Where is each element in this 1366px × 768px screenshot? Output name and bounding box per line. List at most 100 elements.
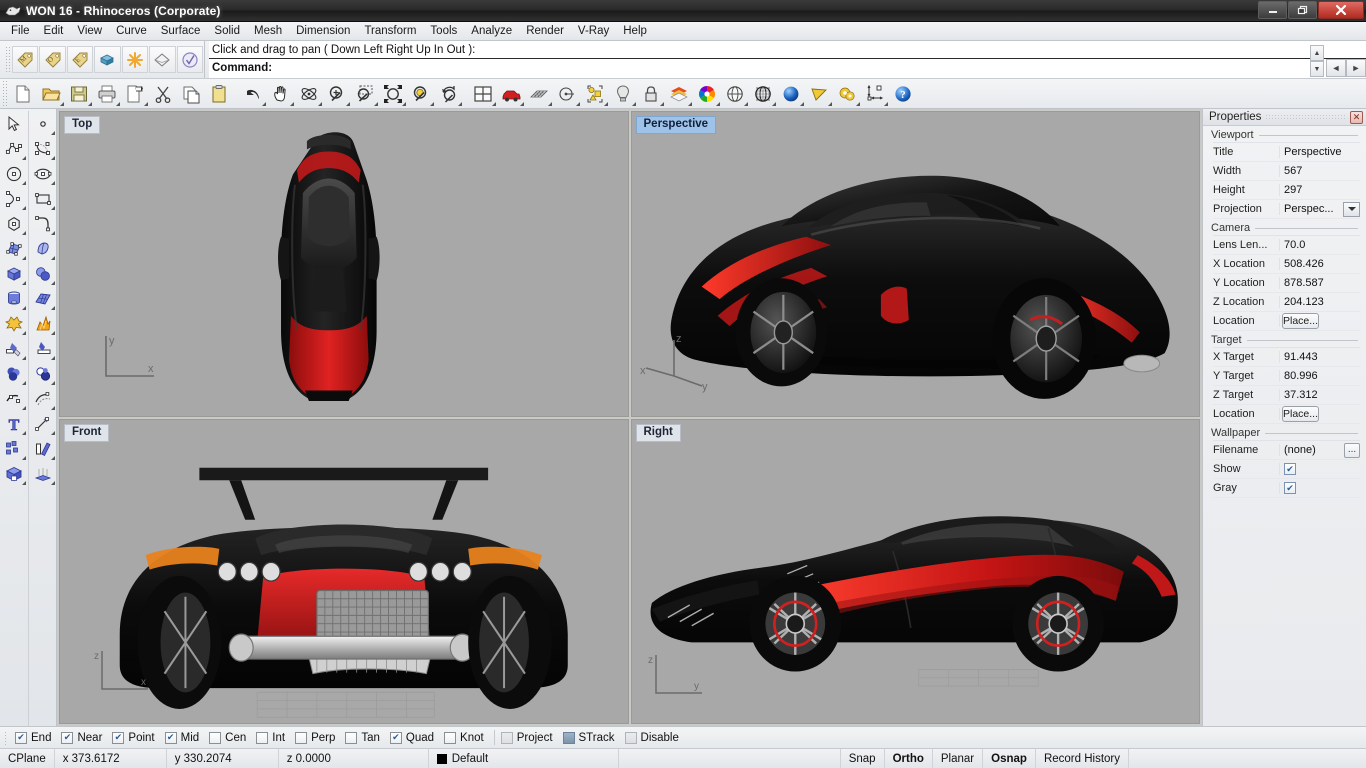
- show-wallpaper-checkbox[interactable]: ✔: [1284, 463, 1296, 475]
- shaded-sphere-icon[interactable]: [721, 80, 749, 107]
- osnap-mid[interactable]: ✔ Mid: [162, 732, 207, 744]
- box-solid-icon[interactable]: [1, 261, 27, 286]
- point-icon[interactable]: [30, 111, 56, 136]
- cap-solid-icon[interactable]: [1, 461, 27, 486]
- menu-item-edit[interactable]: Edit: [37, 23, 71, 39]
- osnap-cen-checkbox[interactable]: [209, 732, 221, 744]
- zoom-extents-icon[interactable]: [379, 80, 407, 107]
- open-file-icon[interactable]: [37, 80, 65, 107]
- osnap-quad[interactable]: ✔ Quad: [387, 732, 441, 744]
- osnap-point[interactable]: ✔ Point: [109, 732, 161, 744]
- property-value[interactable]: 508.426: [1279, 258, 1360, 270]
- menu-item-view[interactable]: View: [70, 23, 109, 39]
- command-nav-next[interactable]: ►: [1346, 59, 1366, 77]
- osnap-perp[interactable]: Perp: [292, 732, 342, 744]
- trim-icon[interactable]: [1, 336, 27, 361]
- property-value[interactable]: 878.587: [1279, 277, 1360, 289]
- property-value[interactable]: Perspec...: [1279, 203, 1343, 215]
- osnap-project-checkbox[interactable]: [501, 732, 513, 744]
- target-place-button[interactable]: Place...: [1282, 406, 1319, 422]
- osnap-end-checkbox[interactable]: ✔: [15, 732, 27, 744]
- status-toggle-record-history[interactable]: Record History: [1036, 749, 1129, 768]
- cylinder-icon[interactable]: [1, 286, 27, 311]
- extrude-icon[interactable]: [30, 461, 56, 486]
- help-icon[interactable]: ?: [889, 80, 917, 107]
- layer-edge-tag-icon[interactable]: E: [67, 46, 93, 73]
- copy-to-clipboard-icon[interactable]: [121, 80, 149, 107]
- cut-scissors-icon[interactable]: [149, 80, 177, 107]
- surface-from-curves-icon[interactable]: [1, 236, 27, 261]
- layer-object-tag-icon[interactable]: O: [39, 46, 65, 73]
- osnap-end[interactable]: ✔ End: [12, 732, 58, 744]
- command-scroll-down[interactable]: ▼: [1310, 61, 1324, 77]
- command-scroll-up[interactable]: ▲: [1310, 45, 1324, 61]
- select-objects-icon[interactable]: [581, 80, 609, 107]
- viewport-label-right[interactable]: Right: [636, 424, 681, 442]
- property-value[interactable]: (none): [1279, 444, 1344, 456]
- split-icon[interactable]: [30, 336, 56, 361]
- osnap-disable-checkbox[interactable]: [625, 732, 637, 744]
- osnap-knot[interactable]: Knot: [441, 732, 491, 744]
- close-icon[interactable]: ✕: [1350, 111, 1363, 124]
- new-file-icon[interactable]: [9, 80, 37, 107]
- sphere-blend-icon[interactable]: [1, 361, 27, 386]
- four-viewport-icon[interactable]: [469, 80, 497, 107]
- color-wheel-icon[interactable]: [693, 80, 721, 107]
- osnap-grip[interactable]: [4, 731, 8, 745]
- osnap-strack[interactable]: STrack: [560, 732, 622, 744]
- sphere-union-icon[interactable]: [30, 261, 56, 286]
- property-value[interactable]: Perspective: [1279, 146, 1360, 158]
- surface-patch-icon[interactable]: [30, 286, 56, 311]
- zoom-in-icon[interactable]: [323, 80, 351, 107]
- toolbar-grip[interactable]: [5, 46, 10, 74]
- ellipse-icon[interactable]: [30, 161, 56, 186]
- osnap-mid-checkbox[interactable]: ✔: [165, 732, 177, 744]
- scale-icon[interactable]: [30, 411, 56, 436]
- osnap-quad-checkbox[interactable]: ✔: [390, 732, 402, 744]
- save-file-icon[interactable]: [65, 80, 93, 107]
- status-current-layer[interactable]: Default: [429, 749, 619, 768]
- menu-item-vray[interactable]: V-Ray: [571, 23, 616, 39]
- loft-surface-icon[interactable]: [30, 236, 56, 261]
- property-value[interactable]: 80.996: [1279, 370, 1360, 382]
- osnap-strack-checkbox[interactable]: [563, 732, 575, 744]
- menu-item-surface[interactable]: Surface: [154, 23, 208, 39]
- polygon-icon[interactable]: [1, 211, 27, 236]
- circle-check-icon[interactable]: [177, 46, 203, 73]
- v-ray-icon[interactable]: [805, 80, 833, 107]
- property-value[interactable]: 204.123: [1279, 296, 1360, 308]
- undo-icon[interactable]: [239, 80, 267, 107]
- property-value[interactable]: 37.312: [1279, 389, 1360, 401]
- menu-item-curve[interactable]: Curve: [109, 23, 154, 39]
- select-arrow-icon[interactable]: [1, 111, 27, 136]
- fillet-curve-icon[interactable]: [1, 386, 27, 411]
- osnap-disable[interactable]: Disable: [622, 732, 686, 744]
- restore-button[interactable]: [1288, 1, 1317, 19]
- viewport-perspective[interactable]: Perspective z x y: [631, 111, 1201, 417]
- menu-item-transform[interactable]: Transform: [357, 23, 423, 39]
- command-nav-prev[interactable]: ◄: [1326, 59, 1346, 77]
- viewport-label-perspective[interactable]: Perspective: [636, 116, 717, 134]
- curve-corner-icon[interactable]: [30, 211, 56, 236]
- dimension-icon[interactable]: [861, 80, 889, 107]
- text-tool-icon[interactable]: T: [1, 411, 27, 436]
- snap-star-icon[interactable]: [122, 46, 148, 73]
- close-button[interactable]: [1318, 1, 1364, 19]
- layer-material-tag-icon[interactable]: M: [12, 46, 38, 73]
- mirror-icon[interactable]: [30, 436, 56, 461]
- rotate-view-icon[interactable]: [295, 80, 323, 107]
- car-render-icon[interactable]: [497, 80, 525, 107]
- options-gear-icon[interactable]: [833, 80, 861, 107]
- lock-icon[interactable]: [637, 80, 665, 107]
- copy-icon[interactable]: [177, 80, 205, 107]
- menu-item-dimension[interactable]: Dimension: [289, 23, 357, 39]
- arc-icon[interactable]: [1, 186, 27, 211]
- diamond-plane-icon[interactable]: [149, 46, 175, 73]
- layers-icon[interactable]: [665, 80, 693, 107]
- osnap-tan[interactable]: Tan: [342, 732, 387, 744]
- status-toggle-snap[interactable]: Snap: [841, 749, 885, 768]
- viewport-top[interactable]: Top y x: [59, 111, 629, 417]
- osnap-perp-checkbox[interactable]: [295, 732, 307, 744]
- property-value[interactable]: 567: [1279, 165, 1360, 177]
- offset-curve-icon[interactable]: [30, 386, 56, 411]
